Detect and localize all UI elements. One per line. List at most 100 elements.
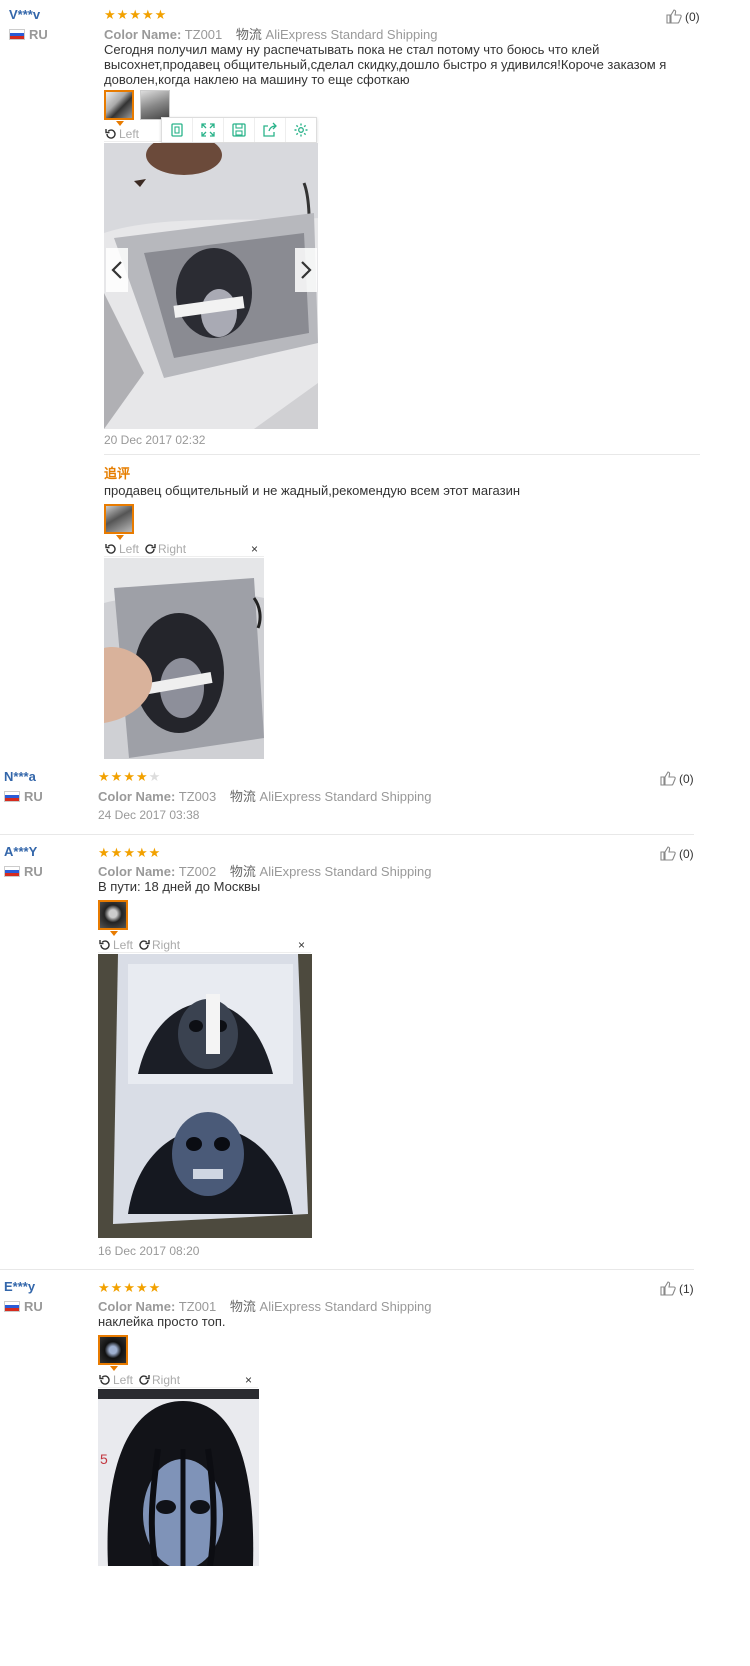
rating-stars: ★ ★ ★ ★ ★ [104, 8, 166, 21]
settings-icon [294, 123, 308, 137]
rotate-right-icon [145, 544, 156, 554]
fullscreen-button[interactable] [193, 118, 224, 142]
fullscreen-icon [201, 123, 215, 137]
rotate-right-icon [139, 1375, 150, 1385]
rotate-left-button[interactable]: Left [104, 542, 139, 556]
star-icon: ★ [98, 1280, 110, 1295]
rotate-right-label: Right [152, 938, 181, 952]
rotate-right-button[interactable]: Right [137, 938, 180, 952]
photo-image [98, 954, 312, 1238]
color-name-value: TZ003 [178, 789, 217, 804]
rotate-left-label: Left [119, 542, 140, 556]
shipping-value: AliExpress Standard Shipping [259, 864, 432, 879]
close-icon[interactable]: × [251, 542, 258, 556]
rating-stars: ★ ★ ★ ★ ★ [98, 770, 160, 783]
flag-ru-icon [9, 29, 25, 40]
reviewer-name: E***y [4, 1279, 36, 1294]
shipping-label: 物流 [235, 27, 262, 42]
shipping-label: 物流 [229, 864, 256, 879]
reviewer-country: RU [4, 789, 43, 804]
fit-button[interactable] [162, 118, 193, 142]
save-button[interactable] [224, 118, 255, 142]
flag-ru-icon [4, 1301, 20, 1312]
helpful-button[interactable]: (0) [660, 771, 694, 786]
chevron-left-icon [111, 261, 122, 279]
country-code: RU [29, 27, 48, 42]
svg-text:5: 5 [100, 1451, 108, 1467]
helpful-button[interactable]: (1) [660, 1281, 694, 1296]
review-photo[interactable]: 5 [98, 1389, 259, 1566]
star-icon: ★ [110, 769, 123, 784]
close-icon[interactable]: × [298, 938, 305, 952]
review-date: 20 Dec 2017 02:32 [104, 433, 206, 447]
next-image-button[interactable] [295, 248, 317, 292]
star-icon: ★ [116, 7, 129, 22]
rotate-left-icon [99, 940, 110, 950]
review-meta: Color Name: TZ001 物流 AliExpress Standard… [98, 1296, 432, 1315]
selected-thumbnail-indicator [110, 1366, 118, 1371]
reviewer-country: RU [4, 1299, 43, 1314]
rotate-left-label: Left [113, 938, 134, 952]
review-thumbnail[interactable] [98, 900, 128, 930]
save-icon [232, 123, 246, 137]
star-icon: ★ [123, 1280, 135, 1295]
review-photo[interactable] [104, 558, 264, 759]
star-icon: ★ [154, 7, 167, 22]
photo-image [104, 143, 318, 429]
rotate-bar: Left [104, 127, 162, 142]
reviewer-name: V***v [9, 7, 41, 22]
thumbs-up-icon [660, 846, 676, 861]
photo-image: 5 [98, 1389, 259, 1566]
review-photo[interactable] [104, 143, 318, 429]
helpful-count: (0) [685, 9, 700, 24]
star-icon: ★ [98, 769, 110, 784]
rotate-left-button[interactable]: Left [104, 127, 139, 141]
review-thumbnail[interactable] [98, 1335, 128, 1365]
share-button[interactable] [255, 118, 286, 142]
color-name-value: TZ001 [178, 1299, 217, 1314]
rotate-right-icon [139, 940, 150, 950]
color-name-label: Color Name: [98, 1299, 176, 1314]
review-thumbnail[interactable] [104, 90, 134, 120]
star-icon: ★ [135, 1280, 148, 1295]
rotate-bar: Left Right × [98, 1373, 258, 1388]
helpful-button[interactable]: (0) [660, 846, 694, 861]
review-thumbnail[interactable] [140, 90, 170, 120]
shipping-label: 物流 [229, 789, 256, 804]
rotate-right-button[interactable]: Right [137, 1373, 180, 1387]
country-code: RU [24, 789, 43, 804]
review-text: Сегодня получил маму ну распечатывать по… [104, 42, 667, 87]
review-text: В пути: 18 дней до Москвы [98, 879, 261, 894]
rotate-left-button[interactable]: Left [98, 938, 133, 952]
helpful-count: (0) [679, 771, 694, 786]
rotate-left-label: Left [119, 127, 140, 141]
rotate-left-icon [105, 129, 116, 139]
rotate-left-button[interactable]: Left [98, 1373, 133, 1387]
rotate-right-label: Right [158, 542, 187, 556]
star-icon: ★ [148, 845, 161, 860]
star-icon: ★ [129, 7, 141, 22]
review-meta: Color Name: TZ003 物流 AliExpress Standard… [98, 786, 432, 805]
close-icon[interactable]: × [245, 1373, 252, 1387]
review-meta: Color Name: TZ001 物流 AliExpress Standard… [104, 24, 438, 43]
rotate-right-button[interactable]: Right [143, 542, 186, 556]
fit-icon [171, 123, 183, 137]
color-name-label: Color Name: [98, 789, 176, 804]
review-text: наклейка просто топ. [98, 1314, 226, 1329]
rotate-left-icon [105, 544, 116, 554]
image-viewer-toolbar [161, 117, 317, 143]
rotate-right-label: Right [152, 1373, 181, 1387]
rotate-left-label: Left [113, 1373, 134, 1387]
review-photo[interactable] [98, 954, 312, 1238]
previous-image-button[interactable] [106, 248, 128, 292]
star-icon: ★ [123, 769, 135, 784]
review-date: 24 Dec 2017 03:38 [98, 808, 200, 822]
thumbs-up-icon [660, 771, 676, 786]
selected-thumbnail-indicator [110, 931, 118, 936]
reviewer-name: N***a [4, 769, 36, 784]
review-thumbnail[interactable] [104, 504, 134, 534]
settings-button[interactable] [286, 118, 316, 142]
helpful-button[interactable]: (0) [666, 9, 700, 24]
country-code: RU [24, 1299, 43, 1314]
color-name-value: TZ002 [178, 864, 217, 879]
